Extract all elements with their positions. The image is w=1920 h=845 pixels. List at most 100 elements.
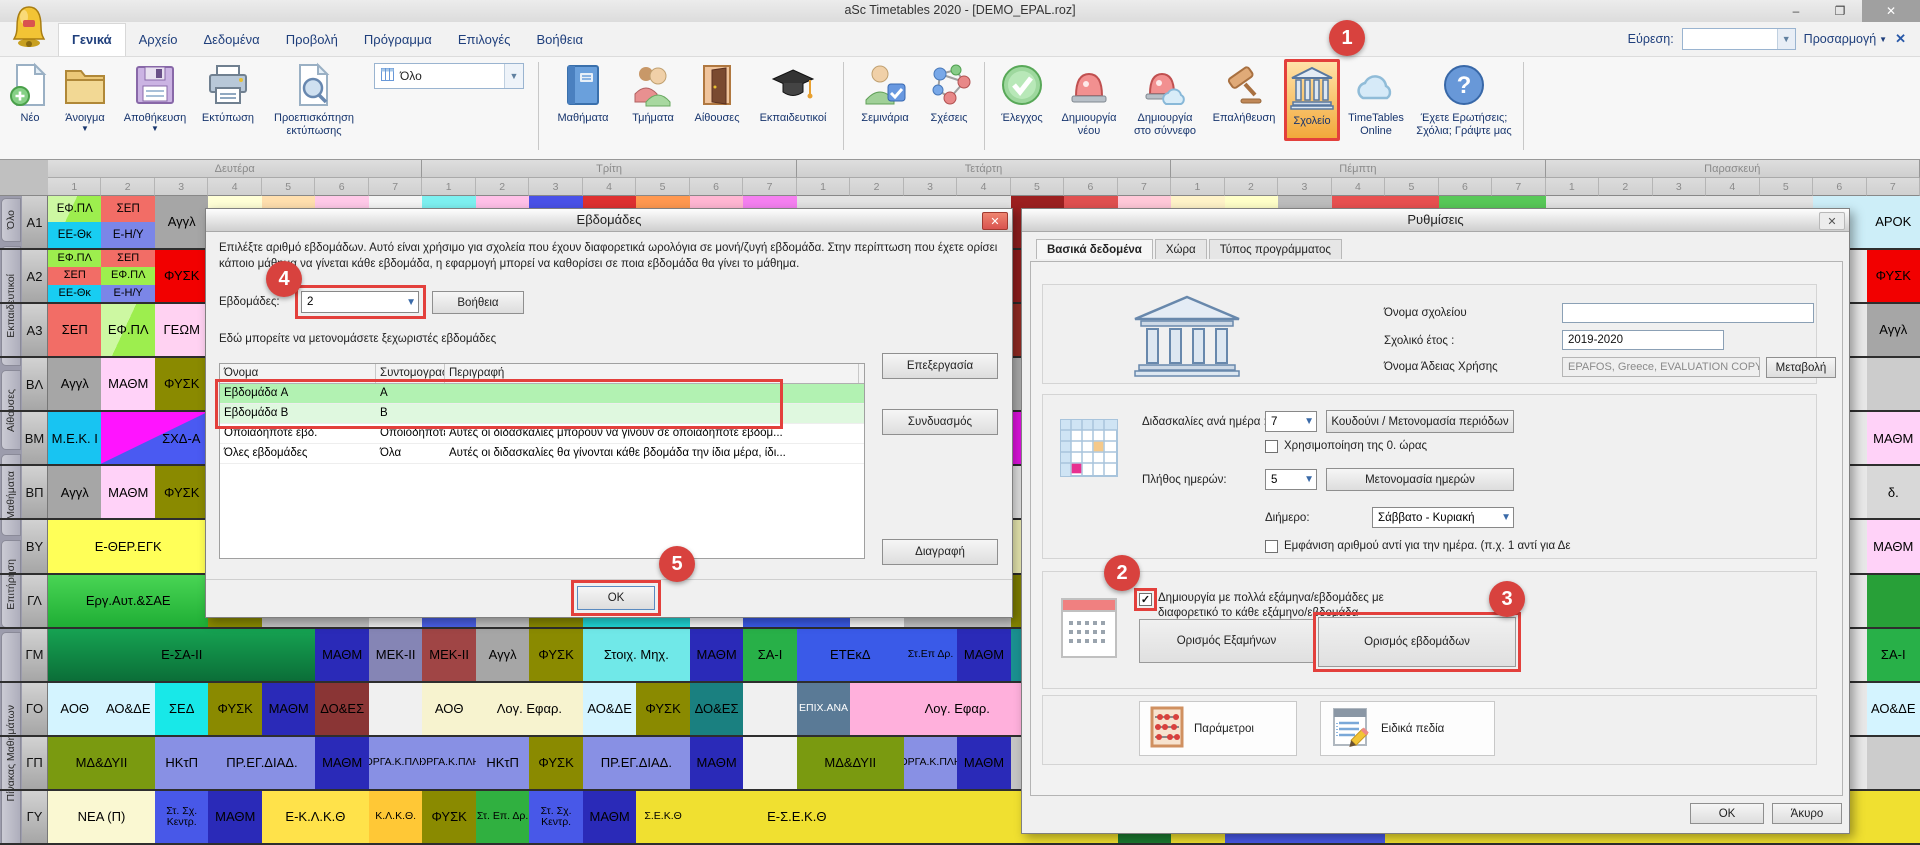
timetable-cell[interactable]: ΣΑ-Ι	[743, 629, 797, 681]
timetable-cell[interactable]: ΜΑΘΜ	[690, 737, 744, 789]
timetable-cell-part[interactable]: ΣΕΠ	[101, 196, 154, 222]
new-button[interactable]: Νέο	[7, 57, 53, 153]
timetable-cell[interactable]: ΜΑΘΜ	[957, 629, 1011, 681]
timetable-cell[interactable]: ΜΔ&ΔΥΙΙ	[48, 737, 156, 789]
weeks-dialog-titlebar[interactable]: Εβδομάδες ✕	[206, 209, 1012, 232]
teachers-button[interactable]: Εκπαιδευτικοί	[750, 57, 836, 153]
timetables-online-button[interactable]: TimeTablesOnline	[1342, 57, 1410, 153]
weekend-select[interactable]: Σάββατο - Κυριακή ▼	[1372, 507, 1514, 528]
settings-tab-Τύπος προγράμματος[interactable]: Τύπος προγράμματος	[1209, 239, 1342, 259]
help-button[interactable]: Βοήθεια	[432, 291, 524, 314]
bell-rename-periods-button[interactable]: Κουδούνι / Μετονομασία περιόδων	[1326, 410, 1514, 433]
timetable-cell[interactable]: ΦΥΣΚ	[208, 683, 262, 735]
timetable-cell[interactable]: ΜΑΘΜ	[957, 737, 1011, 789]
zero-hour-checkbox[interactable]	[1265, 440, 1278, 453]
ribbon-tab-Αρχείο[interactable]: Αρχείο	[126, 24, 191, 56]
ribbon-tab-Γενικά[interactable]: Γενικά	[58, 23, 126, 56]
timetable-cell[interactable]: ΔΟ&ΕΣ	[315, 683, 369, 735]
timetable-cell-part[interactable]: ΕΦ.ΠΛ	[48, 196, 101, 222]
row-label-Α3[interactable]: Α3	[22, 304, 48, 356]
timetable-cell[interactable]: Αγγλ	[1867, 304, 1920, 356]
timetable-cell[interactable]: Μ.Ε.Κ. Ι	[48, 412, 102, 464]
customize-close-icon[interactable]: ✕	[1895, 31, 1906, 47]
timetable-cell[interactable]: Κ.Λ.Κ.Θ.	[369, 791, 423, 843]
weekend-dropdown-icon[interactable]: ▼	[1501, 508, 1511, 527]
timetable-cell[interactable]: Εργ.Αυτ.&ΣΑΕ	[48, 575, 209, 627]
timetable-cell[interactable]: ΑΟΘ	[48, 683, 102, 735]
timetable-cell[interactable]: Στ.Επ Δρ.	[904, 629, 958, 681]
timetable-cell[interactable]: ΕΦ.ΠΛ	[101, 304, 155, 356]
weeks-table-header-cell[interactable]: Όνομα	[220, 364, 376, 383]
timetable-cell-part[interactable]: ΕΕ-Θκ	[48, 285, 101, 302]
timetable-cell[interactable]: ΣΕΠΕ-Η/Υ	[101, 196, 155, 248]
timetable-cell[interactable]: ΕΠΙΧ.ΑΝΑ	[797, 683, 851, 735]
timetable-cell[interactable]: ΜΑΘΜ	[101, 358, 155, 410]
timetable-cell[interactable]: ΜΑΘΜ	[262, 683, 316, 735]
classrooms-button[interactable]: Αίθουσες	[686, 57, 748, 153]
timetable-cell[interactable]: Ε-Σ.Ε.Κ.Θ	[690, 791, 905, 843]
verify-button[interactable]: Επαλήθευση	[1206, 57, 1282, 153]
timetable-cell[interactable]: Στ. Σχ. Κεντρ.	[155, 791, 209, 843]
lessons-per-day-select[interactable]: 7 ▼	[1265, 411, 1317, 432]
weeks-table-row[interactable]: Όλες εβδομάδεςΌλαΑυτές οι διδασκαλίες θα…	[220, 444, 864, 464]
timetable-cell[interactable]: ΜΔ&ΔΥΙΙ	[797, 737, 905, 789]
timetable-cell[interactable]	[1867, 737, 1920, 789]
weeks-count-dropdown-icon[interactable]: ▼	[406, 292, 416, 312]
school-button[interactable]: Σχολείο1	[1284, 59, 1340, 141]
timetable-cell[interactable]: ΦΥΣΚ	[636, 683, 690, 735]
timetable-cell[interactable]: ΣΑ-Ι	[1867, 629, 1920, 681]
timetable-cell[interactable]: ΠΡ.ΕΓ.ΔΙΑΔ.	[583, 737, 691, 789]
timetable-cell[interactable]: ΜΕΚ-ΙΙ	[369, 629, 423, 681]
timetable-cell[interactable]: Αγγλ	[155, 196, 209, 248]
timetable-cell[interactable]: ΣΧΔ-Α	[101, 412, 209, 464]
timetable-cell[interactable]: ΜΑΘΜ	[1867, 412, 1920, 464]
timetable-cell-part[interactable]: ΕΕ-Θκ	[48, 222, 101, 248]
weeks-dialog-close-icon[interactable]: ✕	[982, 212, 1008, 230]
show-number-checkbox[interactable]	[1265, 540, 1278, 553]
timetable-cell[interactable]: δ.	[1867, 466, 1920, 518]
generate-new-button[interactable]: Δημιουργίανέου	[1054, 57, 1124, 153]
timetable-cell[interactable]	[743, 737, 797, 789]
timetable-cell[interactable]: ΔΟ&ΕΣ	[690, 683, 744, 735]
questions-button[interactable]: ?Έχετε Ερωτήσεις;Σχόλια; Γράψτε μας	[1412, 57, 1516, 153]
row-label-ΓΠ[interactable]: ΓΠ	[22, 737, 48, 789]
timetable-cell[interactable]: ΦΥΣΚ	[155, 358, 209, 410]
timetable-cell[interactable]: ΟΡΓΑ.Κ.ΠΛΗ	[369, 737, 423, 789]
seminars-button[interactable]: Σεμινάρια	[851, 57, 919, 153]
classes-button[interactable]: Τμήματα	[622, 57, 684, 153]
timetable-cell[interactable]: Αγγλ	[48, 466, 102, 518]
close-button[interactable]: ✕	[1862, 0, 1920, 22]
row-label-Α2[interactable]: Α2	[22, 250, 48, 302]
timetable-cell[interactable]: Στ. Σχ. Κεντρ.	[529, 791, 583, 843]
lessons-dropdown-icon[interactable]: ▼	[1304, 412, 1314, 431]
timetable-cell[interactable]: ΗΚτΠ	[155, 737, 209, 789]
weeks-table-row[interactable]: Εβδομάδα AA	[220, 384, 864, 404]
school-name-input[interactable]	[1562, 303, 1814, 323]
timetable-cell[interactable]: ΣΕΠΕΦ.ΠΛΕ-Η/Υ	[101, 250, 155, 302]
custom-fields-button[interactable]: Ειδικά πεδία	[1320, 701, 1495, 756]
settings-cancel-button[interactable]: Άκυρο	[1772, 803, 1842, 824]
timetable-cell[interactable]: ΕΦ.ΠΛΣΕΠΕΕ-Θκ	[48, 250, 102, 302]
timetable-cell[interactable]: Αγγλ	[476, 629, 530, 681]
timetable-cell-part[interactable]: ΣΕΠ	[48, 267, 101, 284]
timetable-cell[interactable]: ΜΑΘΜ	[1867, 520, 1920, 572]
timetable-cell[interactable]: ΠΡ.ΕΓ.ΔΙΑΔ.	[208, 737, 316, 789]
subjects-button[interactable]: Μαθήματα	[546, 57, 620, 153]
timetable-cell[interactable]: ΕΤΕκΔ	[797, 629, 905, 681]
timetable-cell[interactable]	[369, 683, 423, 735]
customize-button[interactable]: Προσαρμογή	[1804, 32, 1877, 46]
timetable-cell[interactable]: ΑΡΟΚ	[1867, 196, 1920, 248]
generate-cloud-button[interactable]: Δημιουργίαστο σύννεφο	[1126, 57, 1204, 153]
settings-tab-Βασικά δεδομένα[interactable]: Βασικά δεδομένα	[1036, 239, 1153, 259]
timetable-cell[interactable]: ΣΕΔ	[155, 683, 209, 735]
settings-dialog-close-icon[interactable]: ✕	[1819, 212, 1845, 230]
ribbon-tab-Επιλογές[interactable]: Επιλογές	[445, 24, 524, 56]
timetable-cell[interactable]	[743, 683, 797, 735]
timetable-cell[interactable]: ΜΑΘΜ	[315, 737, 369, 789]
edit-button[interactable]: Επεξεργασία	[882, 353, 998, 379]
timetable-cell[interactable]: ΟΡΓΑ.Κ.ΠΛΗ	[904, 737, 958, 789]
timetable-cell[interactable]: Σ.Ε.Κ.Θ	[636, 791, 690, 843]
row-label-Α1[interactable]: Α1	[22, 196, 48, 248]
timetable-cell-part[interactable]: ΕΦ.ΠΛ	[48, 250, 101, 267]
timetable-cell[interactable]: Ε-Κ.Λ.Κ.Θ	[262, 791, 370, 843]
